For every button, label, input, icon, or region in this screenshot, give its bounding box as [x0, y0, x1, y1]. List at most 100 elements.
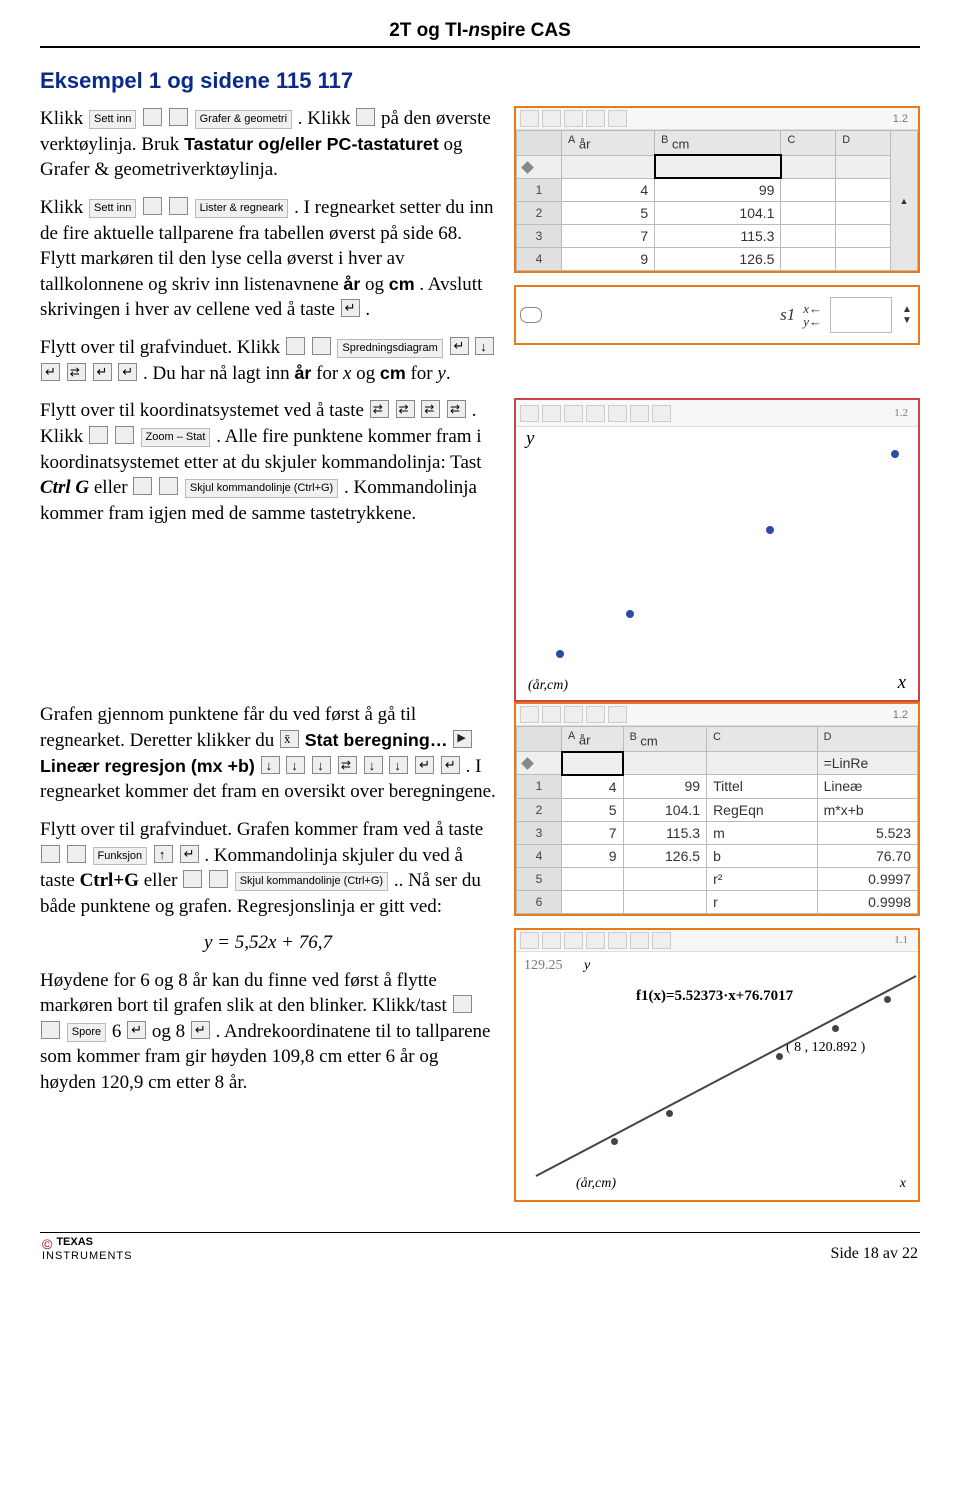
button-sett-inn[interactable]: Sett inn [89, 199, 136, 218]
toolbar-icon[interactable] [542, 932, 561, 949]
table-row: 37115.3 [517, 225, 918, 248]
spreadsheet-toolbar: 1.2 [516, 108, 918, 130]
data-point [611, 1138, 618, 1145]
menu-icon[interactable] [286, 337, 305, 355]
paragraph-6: Flytt over til grafvinduet. Grafen komme… [40, 817, 496, 920]
up-key-icon [154, 845, 173, 863]
zoom-icon[interactable] [115, 426, 134, 444]
toolbar-icon[interactable] [608, 405, 627, 422]
down-key-icon [389, 756, 408, 774]
graph-icon[interactable] [169, 108, 188, 126]
xbar-icon[interactable] [280, 730, 299, 748]
table-row: 37115.3m5.523 [517, 821, 918, 844]
table-row: 6r0.9998 [517, 890, 918, 913]
toolbar-icon[interactable] [542, 405, 561, 422]
chart-type-icon[interactable] [312, 337, 331, 355]
graph-tool-icon[interactable] [356, 108, 375, 126]
table-row: 1499 [517, 178, 918, 202]
button-funksjon[interactable]: Funksjon [93, 847, 148, 866]
toolbar-icon[interactable] [520, 706, 539, 723]
data-point [832, 1025, 839, 1032]
paragraph-3: Flytt over til grafvinduet. Klikk Spredn… [40, 335, 496, 386]
x-axis-label: x [898, 672, 906, 694]
button-spredning[interactable]: Spredningsdiagram [337, 339, 442, 358]
down-key-icon [364, 756, 383, 774]
menu-icon[interactable] [41, 845, 60, 863]
toolbar-icon[interactable] [564, 706, 583, 723]
toolbar-icon[interactable] [520, 110, 539, 127]
menu-icon[interactable] [183, 870, 202, 888]
toolbar-icon[interactable] [652, 932, 671, 949]
fx-icon[interactable] [67, 845, 86, 863]
doc-tab[interactable]: 1.2 [887, 709, 914, 721]
toolbar-icon[interactable] [608, 110, 627, 127]
button-skjul-kom[interactable]: Skjul kommandolinje (Ctrl+G) [185, 479, 338, 498]
button-grafer[interactable]: Grafer & geometri [195, 110, 292, 129]
menu-icon[interactable] [453, 995, 472, 1013]
dropdown-icon[interactable] [143, 197, 162, 215]
enter-key-icon [41, 363, 60, 381]
toolbar-icon[interactable] [564, 405, 583, 422]
paragraph-5: Grafen gjennom punktene får du ved først… [40, 702, 496, 805]
menu-icon[interactable] [133, 477, 152, 495]
toolbar-icon[interactable] [608, 932, 627, 949]
spreadsheet-table: A år B cm C D ▲ 1499 25104.1 37115.3 491… [516, 130, 918, 271]
doc-tab[interactable]: 1.2 [887, 113, 914, 125]
toolbar-icon[interactable] [586, 706, 605, 723]
page-title: 2T og TI-nspire CAS [40, 20, 920, 42]
toolbar-icon[interactable] [542, 110, 561, 127]
data-point [884, 996, 891, 1003]
button-spore[interactable]: Spore [67, 1023, 106, 1042]
toolbar-icon[interactable] [586, 110, 605, 127]
spreadsheet-table-2: A år B cm C D =LinRe 1499TittelLineæ 251… [516, 726, 918, 913]
enter-key-icon [180, 845, 199, 863]
toolbar-icon[interactable] [542, 706, 561, 723]
origin-label: (år,cm) [528, 678, 568, 694]
menu-icon[interactable] [89, 426, 108, 444]
spreadsheet-icon[interactable] [169, 197, 188, 215]
mini-chart-icon [830, 297, 892, 333]
down-key-icon [261, 756, 280, 774]
view-icon[interactable] [209, 870, 228, 888]
button-lister[interactable]: Lister & regneark [195, 199, 289, 218]
screenshot-spreadsheet-2: 1.2 A år B cm C D =LinRe 1499TittelLineæ… [514, 702, 920, 915]
paragraph-1: Klikk Sett inn Grafer & geometri . Klikk… [40, 106, 496, 183]
doc-tab[interactable]: 1.2 [888, 407, 914, 419]
toolbar-icon[interactable] [520, 405, 539, 422]
page-number: Side 18 av 22 [830, 1245, 918, 1263]
data-point [666, 1110, 673, 1117]
toolbar-icon[interactable] [564, 932, 583, 949]
toolbar-icon[interactable] [564, 110, 583, 127]
toolbar-icon[interactable] [630, 932, 649, 949]
enter-key-icon [415, 756, 434, 774]
toolbar-icon[interactable] [630, 405, 649, 422]
down-key-icon [475, 337, 494, 355]
enter-key-icon [441, 756, 460, 774]
series-label: s1 [780, 305, 795, 325]
eye-icon[interactable] [520, 307, 542, 323]
table-row: 5r²0.9997 [517, 867, 918, 890]
toolbar-icon[interactable] [586, 932, 605, 949]
screenshot-graph-selector: s1 x← y← ▲▼ [514, 285, 920, 345]
data-point [626, 610, 634, 618]
dropdown-icon[interactable] [143, 108, 162, 126]
toolbar-icon[interactable] [652, 405, 671, 422]
table-row: 1499TittelLineæ [517, 775, 918, 799]
button-sett-inn[interactable]: Sett inn [89, 110, 136, 129]
section-title: Eksempel 1 og sidene 115 117 [40, 68, 920, 94]
button-zoom-stat[interactable]: Zoom – Stat [141, 428, 211, 447]
enter-key-icon [118, 363, 137, 381]
view-icon[interactable] [159, 477, 178, 495]
tab-key-icon [67, 363, 86, 381]
toolbar-icon[interactable] [608, 706, 627, 723]
scrollbar[interactable]: ▲ [891, 131, 918, 271]
data-point [556, 650, 564, 658]
table-row: 49126.5b76.70 [517, 844, 918, 867]
trace-icon[interactable] [41, 1021, 60, 1039]
toolbar-icon[interactable] [586, 405, 605, 422]
toolbar-icon[interactable] [520, 932, 539, 949]
doc-tab[interactable]: 1.1 [888, 934, 914, 946]
button-skjul-kom[interactable]: Skjul kommandolinje (Ctrl+G) [235, 872, 388, 891]
xy-selector[interactable]: x← y← [803, 302, 822, 328]
screenshot-regression-graph: 1.1 129.25 y f1(x)=5.52373·x+76.7017 ( 8… [514, 928, 920, 1202]
